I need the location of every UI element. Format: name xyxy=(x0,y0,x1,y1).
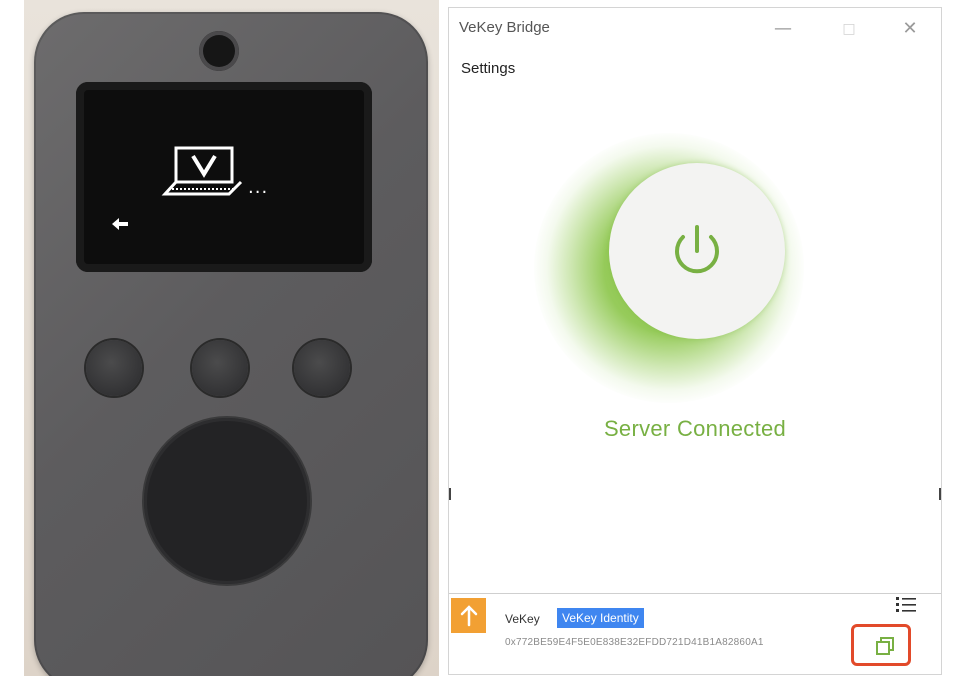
device-photo: ... xyxy=(24,0,439,676)
copy-icon[interactable] xyxy=(875,636,895,656)
power-icon xyxy=(675,225,719,274)
connection-status: Server Connected xyxy=(603,416,787,441)
identity-address: 0x772BE59E4F5E0E838E32EFDD721D41B1A82860… xyxy=(505,637,764,648)
title-bar: VeKey Bridge — □ ✕ xyxy=(449,8,941,48)
laptop-v-icon xyxy=(161,146,243,196)
window-title: VeKey Bridge xyxy=(459,19,550,36)
vekey-bridge-window: VeKey Bridge — □ ✕ Settings Server Conne… xyxy=(448,7,942,675)
close-icon[interactable]: ✕ xyxy=(896,16,924,42)
device-button-middle xyxy=(192,340,248,396)
arrow-left-icon xyxy=(112,218,128,230)
device-button-right xyxy=(294,340,350,396)
device-name: VeKey xyxy=(505,612,540,626)
maximize-icon[interactable]: □ xyxy=(835,16,863,42)
minimize-icon[interactable]: — xyxy=(769,16,797,42)
settings-menu[interactable]: Settings xyxy=(461,60,515,77)
arrow-up-icon xyxy=(460,605,478,627)
left-edge-mark xyxy=(449,488,451,500)
device-button-left xyxy=(86,340,142,396)
device-screen: ... xyxy=(76,82,372,272)
device-main-button xyxy=(144,418,310,584)
keyring-hole xyxy=(199,31,239,71)
right-edge-mark xyxy=(939,488,941,500)
hardware-device: ... xyxy=(34,12,428,676)
list-menu-icon[interactable] xyxy=(895,594,917,616)
identity-footer: VeKey VeKey Identity 0x772BE59E4F5E0E838… xyxy=(449,593,941,674)
screen-ellipsis: ... xyxy=(248,177,269,198)
upload-button[interactable] xyxy=(451,598,486,633)
identity-badge[interactable]: VeKey Identity xyxy=(557,608,644,628)
power-button[interactable] xyxy=(609,163,785,339)
